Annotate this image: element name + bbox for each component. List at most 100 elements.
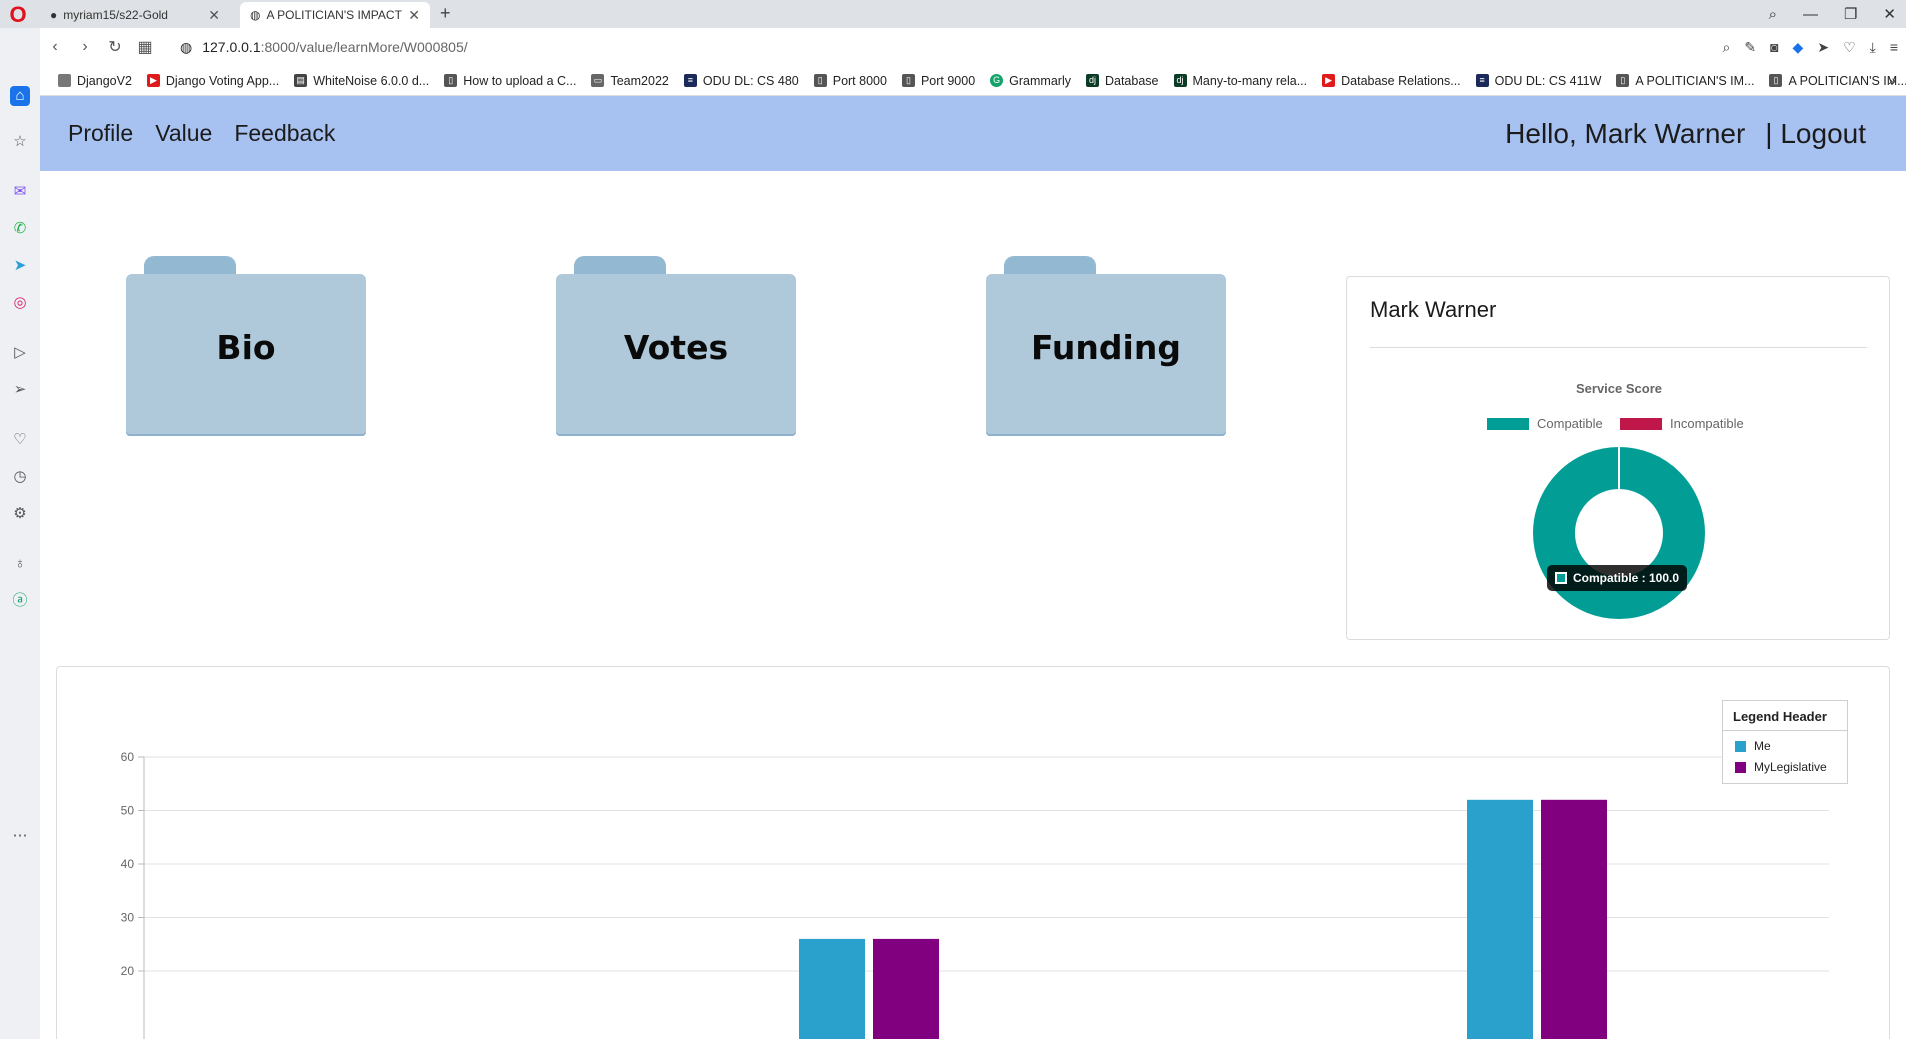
legend-compatible[interactable]: Compatible — [1487, 416, 1603, 431]
whatsapp-icon[interactable]: ✆ — [10, 219, 30, 239]
messenger-icon[interactable]: ✉ — [10, 182, 30, 202]
github-icon: ● — [50, 8, 58, 22]
zoom-icon[interactable]: ⌕ — [1723, 39, 1731, 56]
new-tab-button[interactable]: + — [440, 3, 451, 24]
y-tick-label: 30 — [121, 911, 135, 925]
legend-header: Legend Header — [1733, 709, 1827, 724]
camera-icon[interactable]: ◙ — [1770, 39, 1778, 55]
page-icon: ▯ — [1616, 74, 1630, 87]
bookmark-item[interactable]: ≡ ODU DL: CS 411W — [1475, 74, 1601, 88]
speed-dial-icon[interactable]: ☆ — [10, 132, 30, 152]
chart-tooltip: Compatible : 100.0 — [1547, 565, 1688, 591]
bookmark-item[interactable]: ▯ A POLITICIAN'S IM... — [1769, 74, 1906, 88]
bookmark-item[interactable]: ▯ How to upload a C... — [444, 74, 576, 88]
legend-item-mylegislative[interactable]: MyLegislative — [1735, 760, 1827, 774]
close-tab-icon[interactable]: ✕ — [408, 7, 420, 24]
bookmark-item[interactable]: dj Database — [1085, 74, 1159, 88]
bookmark-item[interactable]: ▶ Database Relations... — [1322, 74, 1461, 88]
history-icon[interactable]: ◷ — [10, 467, 30, 487]
bar-chart-legend: Legend Header Me MyLegislative — [1722, 700, 1848, 784]
nav-profile-link[interactable]: Profile — [68, 120, 133, 147]
y-tick-label: 20 — [121, 964, 135, 978]
bar-mylegislative-1[interactable] — [1541, 799, 1607, 1039]
chart-title: Service Score — [1575, 381, 1662, 396]
bookmark-item[interactable]: ▯ Port 9000 — [901, 74, 975, 88]
restore-icon[interactable]: ❐ — [1844, 5, 1857, 23]
tips-icon[interactable]: ♁ — [10, 554, 30, 574]
opera-logo-icon[interactable]: O — [8, 4, 28, 26]
service-score-card: Mark Warner Service Score Compatible Inc… — [1346, 276, 1890, 640]
bookmark-item[interactable]: ▭ Team2022 — [591, 74, 669, 88]
legend-incompatible[interactable]: Incompatible — [1620, 416, 1744, 431]
bookmarks-overflow-icon[interactable]: » — [1888, 72, 1896, 88]
votes-folder-button[interactable]: Votes — [556, 256, 796, 436]
settings-icon[interactable]: ⚙ — [10, 504, 30, 524]
site-info-icon[interactable]: ◍ — [180, 39, 192, 56]
browser-tab-active[interactable]: ◍ A POLITICIAN'S IMPACT ✕ — [240, 2, 430, 28]
home-icon[interactable]: ⌂ — [10, 86, 30, 106]
instagram-icon[interactable]: ◎ — [10, 293, 30, 313]
bookmark-item[interactable]: ▯ A POLITICIAN'S IM... — [1616, 74, 1754, 88]
logout-link[interactable]: | Logout — [1765, 118, 1866, 150]
forward-icon[interactable]: › — [70, 38, 100, 56]
back-icon[interactable]: ‹ — [40, 38, 70, 56]
legend-swatch — [1735, 761, 1746, 773]
django-icon: dj — [1173, 74, 1187, 87]
heart-icon[interactable]: ♡ — [1843, 39, 1856, 56]
address-bar: ‹ › ↻ ▦ ◍ 127.0.0.1:8000/value/learnMore… — [40, 28, 1906, 66]
search-tabs-icon[interactable]: ⌕ — [1769, 6, 1777, 23]
legend-item-me[interactable]: Me — [1735, 739, 1771, 753]
bookmark-item[interactable]: ▯ Port 8000 — [813, 74, 887, 88]
legend-swatch — [1620, 417, 1662, 430]
nav-value-link[interactable]: Value — [155, 120, 212, 147]
service-score-donut[interactable] — [1527, 441, 1711, 621]
greeting: Hello, Mark Warner — [1505, 118, 1746, 149]
legend-swatch — [1735, 740, 1746, 752]
url-field[interactable]: ◍ 127.0.0.1:8000/value/learnMore/W000805… — [180, 39, 468, 56]
youtube-icon: ▶ — [1322, 74, 1336, 87]
bookmark-item[interactable]: DjangoV2 — [58, 74, 132, 88]
y-tick-label: 40 — [121, 857, 135, 871]
bookmark-item[interactable]: ▤ WhiteNoise 6.0.0 d... — [294, 74, 429, 88]
send-icon[interactable]: ➤ — [1817, 39, 1829, 56]
telegram-icon[interactable]: ➤ — [10, 256, 30, 276]
bar-me-0[interactable] — [799, 938, 865, 1039]
bar-me-1[interactable] — [1467, 799, 1533, 1039]
nav-feedback-link[interactable]: Feedback — [234, 120, 335, 147]
extension-icon[interactable]: ⓐ — [10, 591, 30, 611]
tabs-grid-icon[interactable]: ▦ — [130, 37, 160, 57]
close-window-icon[interactable]: ✕ — [1883, 5, 1896, 23]
browser-tab-github[interactable]: ● myriam15/s22-Gold ✕ — [40, 2, 230, 28]
url-host: 127.0.0.1 — [202, 39, 261, 55]
folder-label: Funding — [1031, 328, 1181, 367]
address-bar-tools: ⌕ ✎ ◙ ◆ ➤ ♡ ⤓ ≡ — [1723, 28, 1899, 66]
bookmark-item[interactable]: ▶ Django Voting App... — [146, 74, 279, 88]
minimize-icon[interactable]: — — [1803, 6, 1818, 23]
bookmarks-bar: DjangoV2 ▶ Django Voting App... ▤ WhiteNoi… — [40, 66, 1906, 96]
grammarly-icon: G — [990, 74, 1004, 87]
doc-icon: ▤ — [294, 74, 308, 87]
funding-folder-button[interactable]: Funding — [986, 256, 1226, 436]
browser-sidebar: ⌂ ☆ ✉ ✆ ➤ ◎ ▷ ➢ ♡ ◷ ⚙ ♁ ⓐ ⋯ — [0, 28, 40, 1039]
folder-icon: ▭ — [591, 74, 605, 87]
more-icon[interactable]: ⋯ — [10, 826, 30, 846]
globe-icon: ◍ — [250, 8, 261, 22]
shield-icon[interactable]: ◆ — [1793, 39, 1804, 56]
odu-icon: ≡ — [1475, 74, 1489, 87]
edit-icon[interactable]: ✎ — [1744, 39, 1756, 56]
menu-icon[interactable]: ≡ — [1890, 39, 1898, 55]
favorites-icon[interactable]: ♡ — [10, 430, 30, 450]
bio-folder-button[interactable]: Bio — [126, 256, 366, 436]
bar-mylegislative-0[interactable] — [873, 938, 939, 1039]
bookmark-item[interactable]: ≡ ODU DL: CS 480 — [683, 74, 799, 88]
close-tab-icon[interactable]: ✕ — [208, 7, 220, 24]
player-icon[interactable]: ▷ — [10, 343, 30, 363]
comparison-chart-card: 20 30 40 50 60 — [56, 666, 1890, 1039]
django-icon: dj — [1085, 74, 1099, 87]
download-icon[interactable]: ⤓ — [1870, 39, 1876, 56]
bookmark-item[interactable]: G Grammarly — [990, 74, 1071, 88]
reload-icon[interactable]: ↻ — [100, 37, 130, 57]
page-icon: ▯ — [813, 74, 827, 87]
flow-icon[interactable]: ➢ — [10, 380, 30, 400]
bookmark-item[interactable]: dj Many-to-many rela... — [1173, 74, 1307, 88]
